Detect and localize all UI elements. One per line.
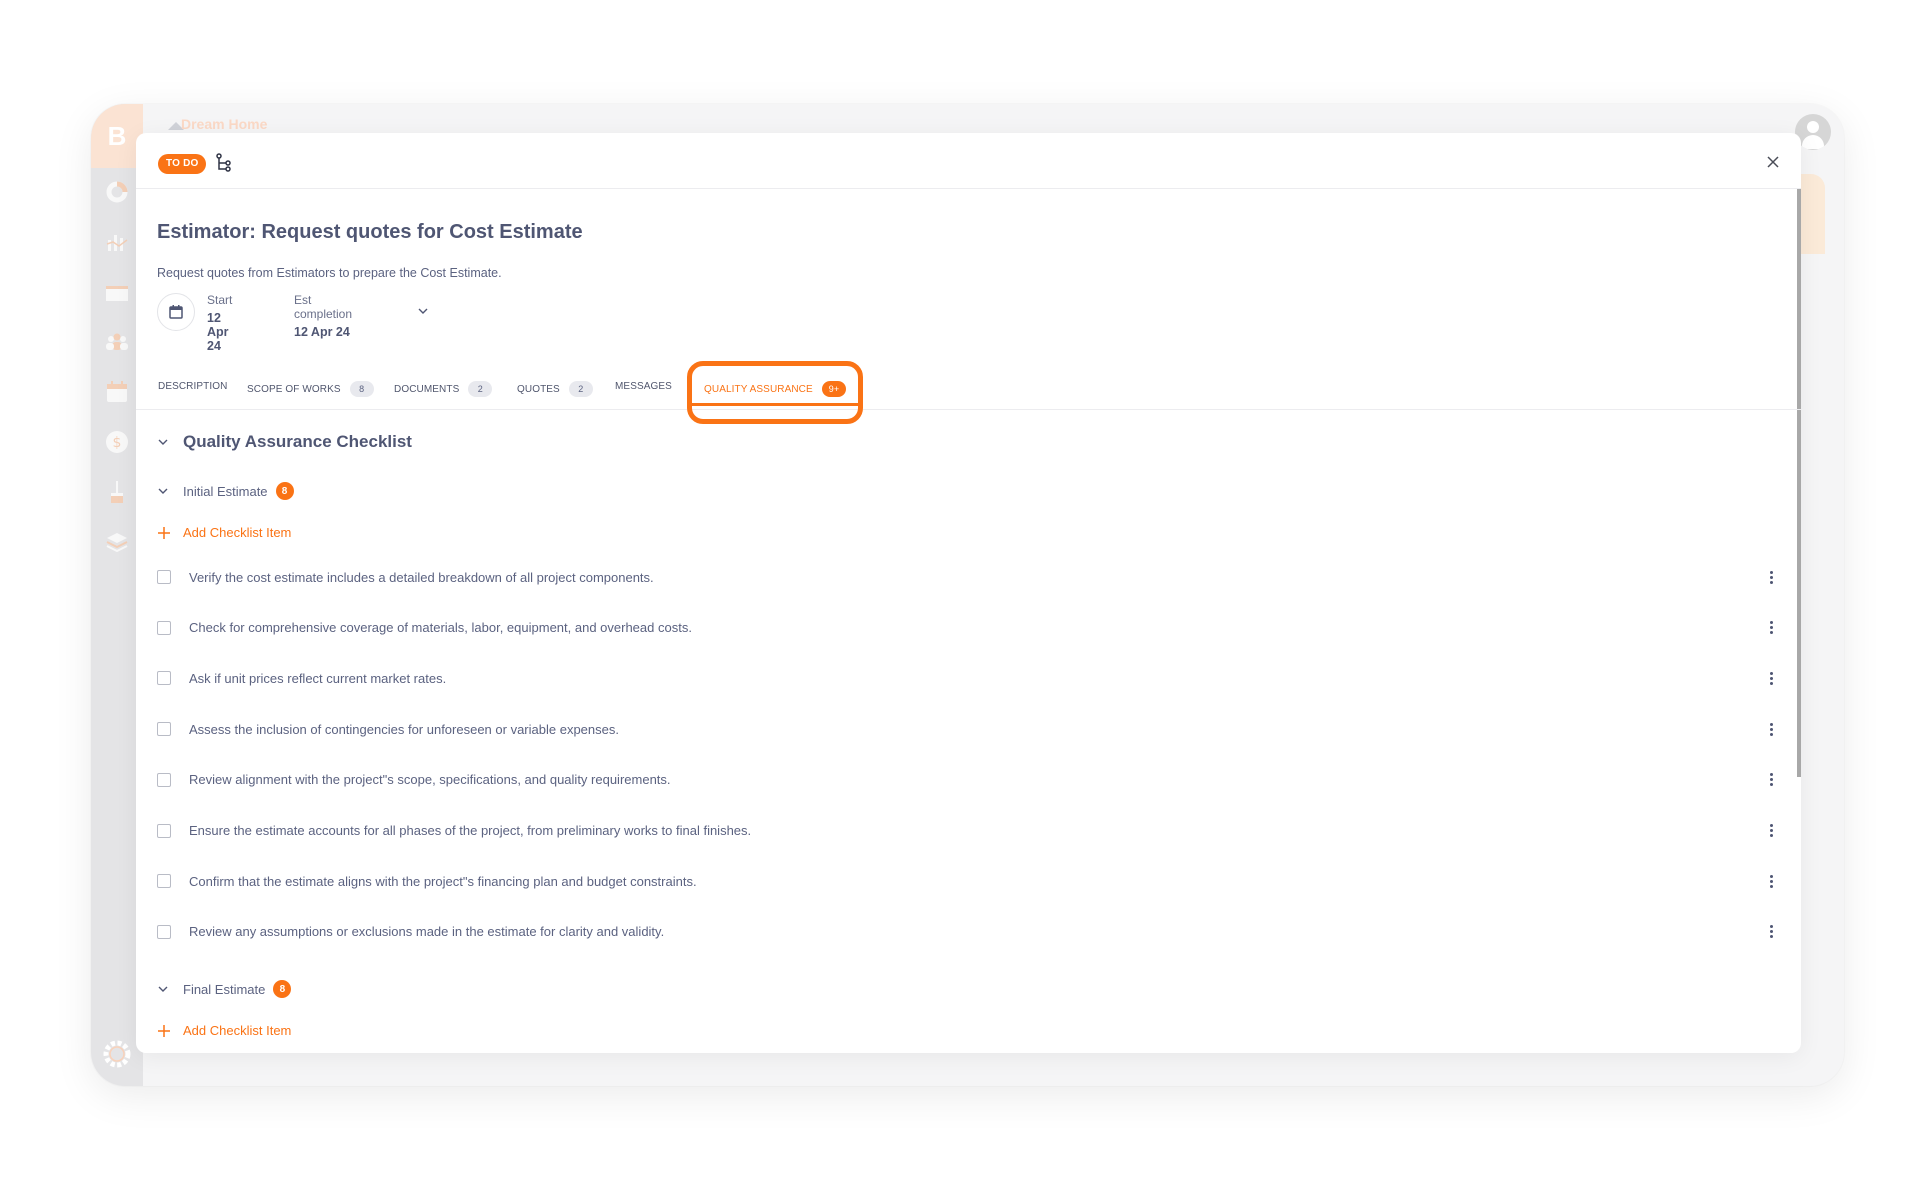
tab-count-badge: 2 xyxy=(468,381,493,397)
checklist-checkbox[interactable] xyxy=(157,620,171,635)
start-value: 12 Apr 24 xyxy=(207,311,229,353)
tab-label: QUOTES xyxy=(517,383,560,395)
more-options-icon[interactable] xyxy=(1763,719,1779,739)
checklist-item-text: Check for comprehensive coverage of mate… xyxy=(189,620,692,636)
completion-date: Est completion 12 Apr 24 xyxy=(294,293,352,339)
tab-label: DOCUMENTS xyxy=(394,383,460,395)
tab-count-badge: 8 xyxy=(349,381,374,397)
subtask-tree-icon[interactable] xyxy=(216,153,232,173)
tab-count-badge: 2 xyxy=(568,381,593,397)
plus-icon xyxy=(158,526,170,539)
chevron-down-icon xyxy=(158,488,168,494)
checklist-item: Ensure the estimate accounts for all pha… xyxy=(157,819,1779,843)
group-title: Final Estimate xyxy=(183,981,266,997)
chevron-down-icon[interactable] xyxy=(417,305,429,317)
project-title: Dream Home xyxy=(181,116,268,132)
more-options-icon[interactable] xyxy=(1763,922,1779,942)
settings-icon xyxy=(103,1040,131,1068)
group-title: Initial Estimate xyxy=(183,483,268,499)
tab-quotes[interactable]: QUOTES 2 xyxy=(517,381,593,397)
checklist-item-text: Ask if unit prices reflect current marke… xyxy=(189,670,447,686)
checklist-checkbox[interactable] xyxy=(157,570,171,584)
group-toggle-initial-estimate[interactable]: Initial Estimate 8 xyxy=(157,482,294,500)
group-count-badge: 8 xyxy=(275,482,294,500)
task-modal: TO DO Estimator: Request quotes for Cost… xyxy=(136,133,1801,1053)
tab-bar: DESCRIPTION SCOPE OF WORKS 8 DOCUMENTS 2… xyxy=(136,361,1801,424)
tab-quality-assurance[interactable]: QUALITY ASSURANCE 9+ xyxy=(704,381,847,397)
dashboard-icon xyxy=(106,181,128,203)
add-checklist-item-label: Add Checklist Item xyxy=(183,525,292,540)
checklist-item: Review alignment with the project"s scop… xyxy=(157,768,1779,792)
tab-label: DESCRIPTION xyxy=(158,381,228,392)
team-icon xyxy=(106,333,128,350)
chevron-down-icon xyxy=(158,986,168,992)
layers-icon xyxy=(106,533,128,553)
folder-icon xyxy=(106,286,128,301)
more-options-icon[interactable] xyxy=(1763,618,1779,638)
tab-messages[interactable]: MESSAGES xyxy=(615,381,672,392)
finance-icon: $ xyxy=(106,431,128,453)
checklist-item: Assess the inclusion of contingencies fo… xyxy=(157,717,1779,741)
checklist-item-text: Verify the cost estimate includes a deta… xyxy=(189,569,654,585)
tab-count-badge: 9+ xyxy=(821,381,847,397)
paintbrush-icon xyxy=(111,481,123,503)
calendar-button[interactable] xyxy=(157,293,195,331)
checklist-item: Check for comprehensive coverage of mate… xyxy=(157,616,1779,640)
svg-text:$: $ xyxy=(113,435,122,451)
analytics-icon xyxy=(106,235,128,251)
checklist-checkbox[interactable] xyxy=(157,671,171,686)
checklist-checkbox[interactable] xyxy=(157,874,171,889)
more-options-icon[interactable] xyxy=(1763,871,1779,891)
checklist-item: Ask if unit prices reflect current marke… xyxy=(157,666,1779,690)
start-date: Start 12 Apr 24 xyxy=(207,293,232,353)
tab-label: MESSAGES xyxy=(615,381,672,392)
checklist-item-text: Review alignment with the project"s scop… xyxy=(189,772,671,788)
active-tab-indicator xyxy=(692,403,858,406)
checklist-section-toggle[interactable]: Quality Assurance Checklist xyxy=(157,432,412,452)
checklist-item-text: Review any assumptions or exclusions mad… xyxy=(189,924,665,940)
group-toggle-final-estimate[interactable]: Final Estimate 8 xyxy=(157,980,292,998)
plus-icon xyxy=(158,1024,170,1037)
add-checklist-item-button[interactable]: Add Checklist Item xyxy=(157,1023,291,1038)
task-title: Estimator: Request quotes for Cost Estim… xyxy=(157,221,583,243)
group-count-badge: 8 xyxy=(273,980,292,998)
checklist-checkbox[interactable] xyxy=(157,722,171,737)
add-checklist-item-label: Add Checklist Item xyxy=(183,1023,292,1038)
checklist-checkbox[interactable] xyxy=(157,823,171,838)
checklist-checkbox[interactable] xyxy=(157,772,171,787)
checklist-item-text: Ensure the estimate accounts for all pha… xyxy=(189,823,752,838)
more-options-icon[interactable] xyxy=(1763,821,1779,841)
add-checklist-item-button[interactable]: Add Checklist Item xyxy=(157,525,291,540)
tab-documents[interactable]: DOCUMENTS 2 xyxy=(394,381,493,397)
chevron-down-icon xyxy=(158,439,168,445)
checklist-item-text: Assess the inclusion of contingencies fo… xyxy=(189,721,619,737)
tab-description[interactable]: DESCRIPTION xyxy=(158,381,227,392)
modal-header: TO DO xyxy=(136,133,1801,189)
status-badge[interactable]: TO DO xyxy=(158,154,207,174)
more-options-icon[interactable] xyxy=(1763,770,1779,790)
checklist-item: Verify the cost estimate includes a deta… xyxy=(157,565,1779,589)
scrollbar[interactable] xyxy=(1797,189,1801,777)
checklist-item: Confirm that the estimate aligns with th… xyxy=(157,869,1779,893)
checklist-checkbox[interactable] xyxy=(157,924,171,939)
task-description: Request quotes from Estimators to prepar… xyxy=(157,266,502,280)
close-icon[interactable] xyxy=(1765,154,1781,170)
completion-label: Est completion xyxy=(294,293,353,321)
tab-label: SCOPE OF WORKS xyxy=(247,383,341,395)
tab-label: QUALITY ASSURANCE xyxy=(704,383,813,395)
start-label: Start xyxy=(207,293,233,307)
completion-value: 12 Apr 24 xyxy=(294,325,350,339)
modal-body: Estimator: Request quotes for Cost Estim… xyxy=(136,189,1801,1053)
calendar-icon xyxy=(169,305,183,319)
more-options-icon[interactable] xyxy=(1763,668,1779,688)
more-options-icon[interactable] xyxy=(1763,567,1779,587)
checklist-item-text: Confirm that the estimate aligns with th… xyxy=(189,873,697,889)
calendar-icon xyxy=(107,381,127,402)
checklist-item: Review any assumptions or exclusions mad… xyxy=(157,920,1779,944)
tab-scope-of-works[interactable]: SCOPE OF WORKS 8 xyxy=(247,381,374,397)
checklist-title: Quality Assurance Checklist xyxy=(183,432,412,451)
